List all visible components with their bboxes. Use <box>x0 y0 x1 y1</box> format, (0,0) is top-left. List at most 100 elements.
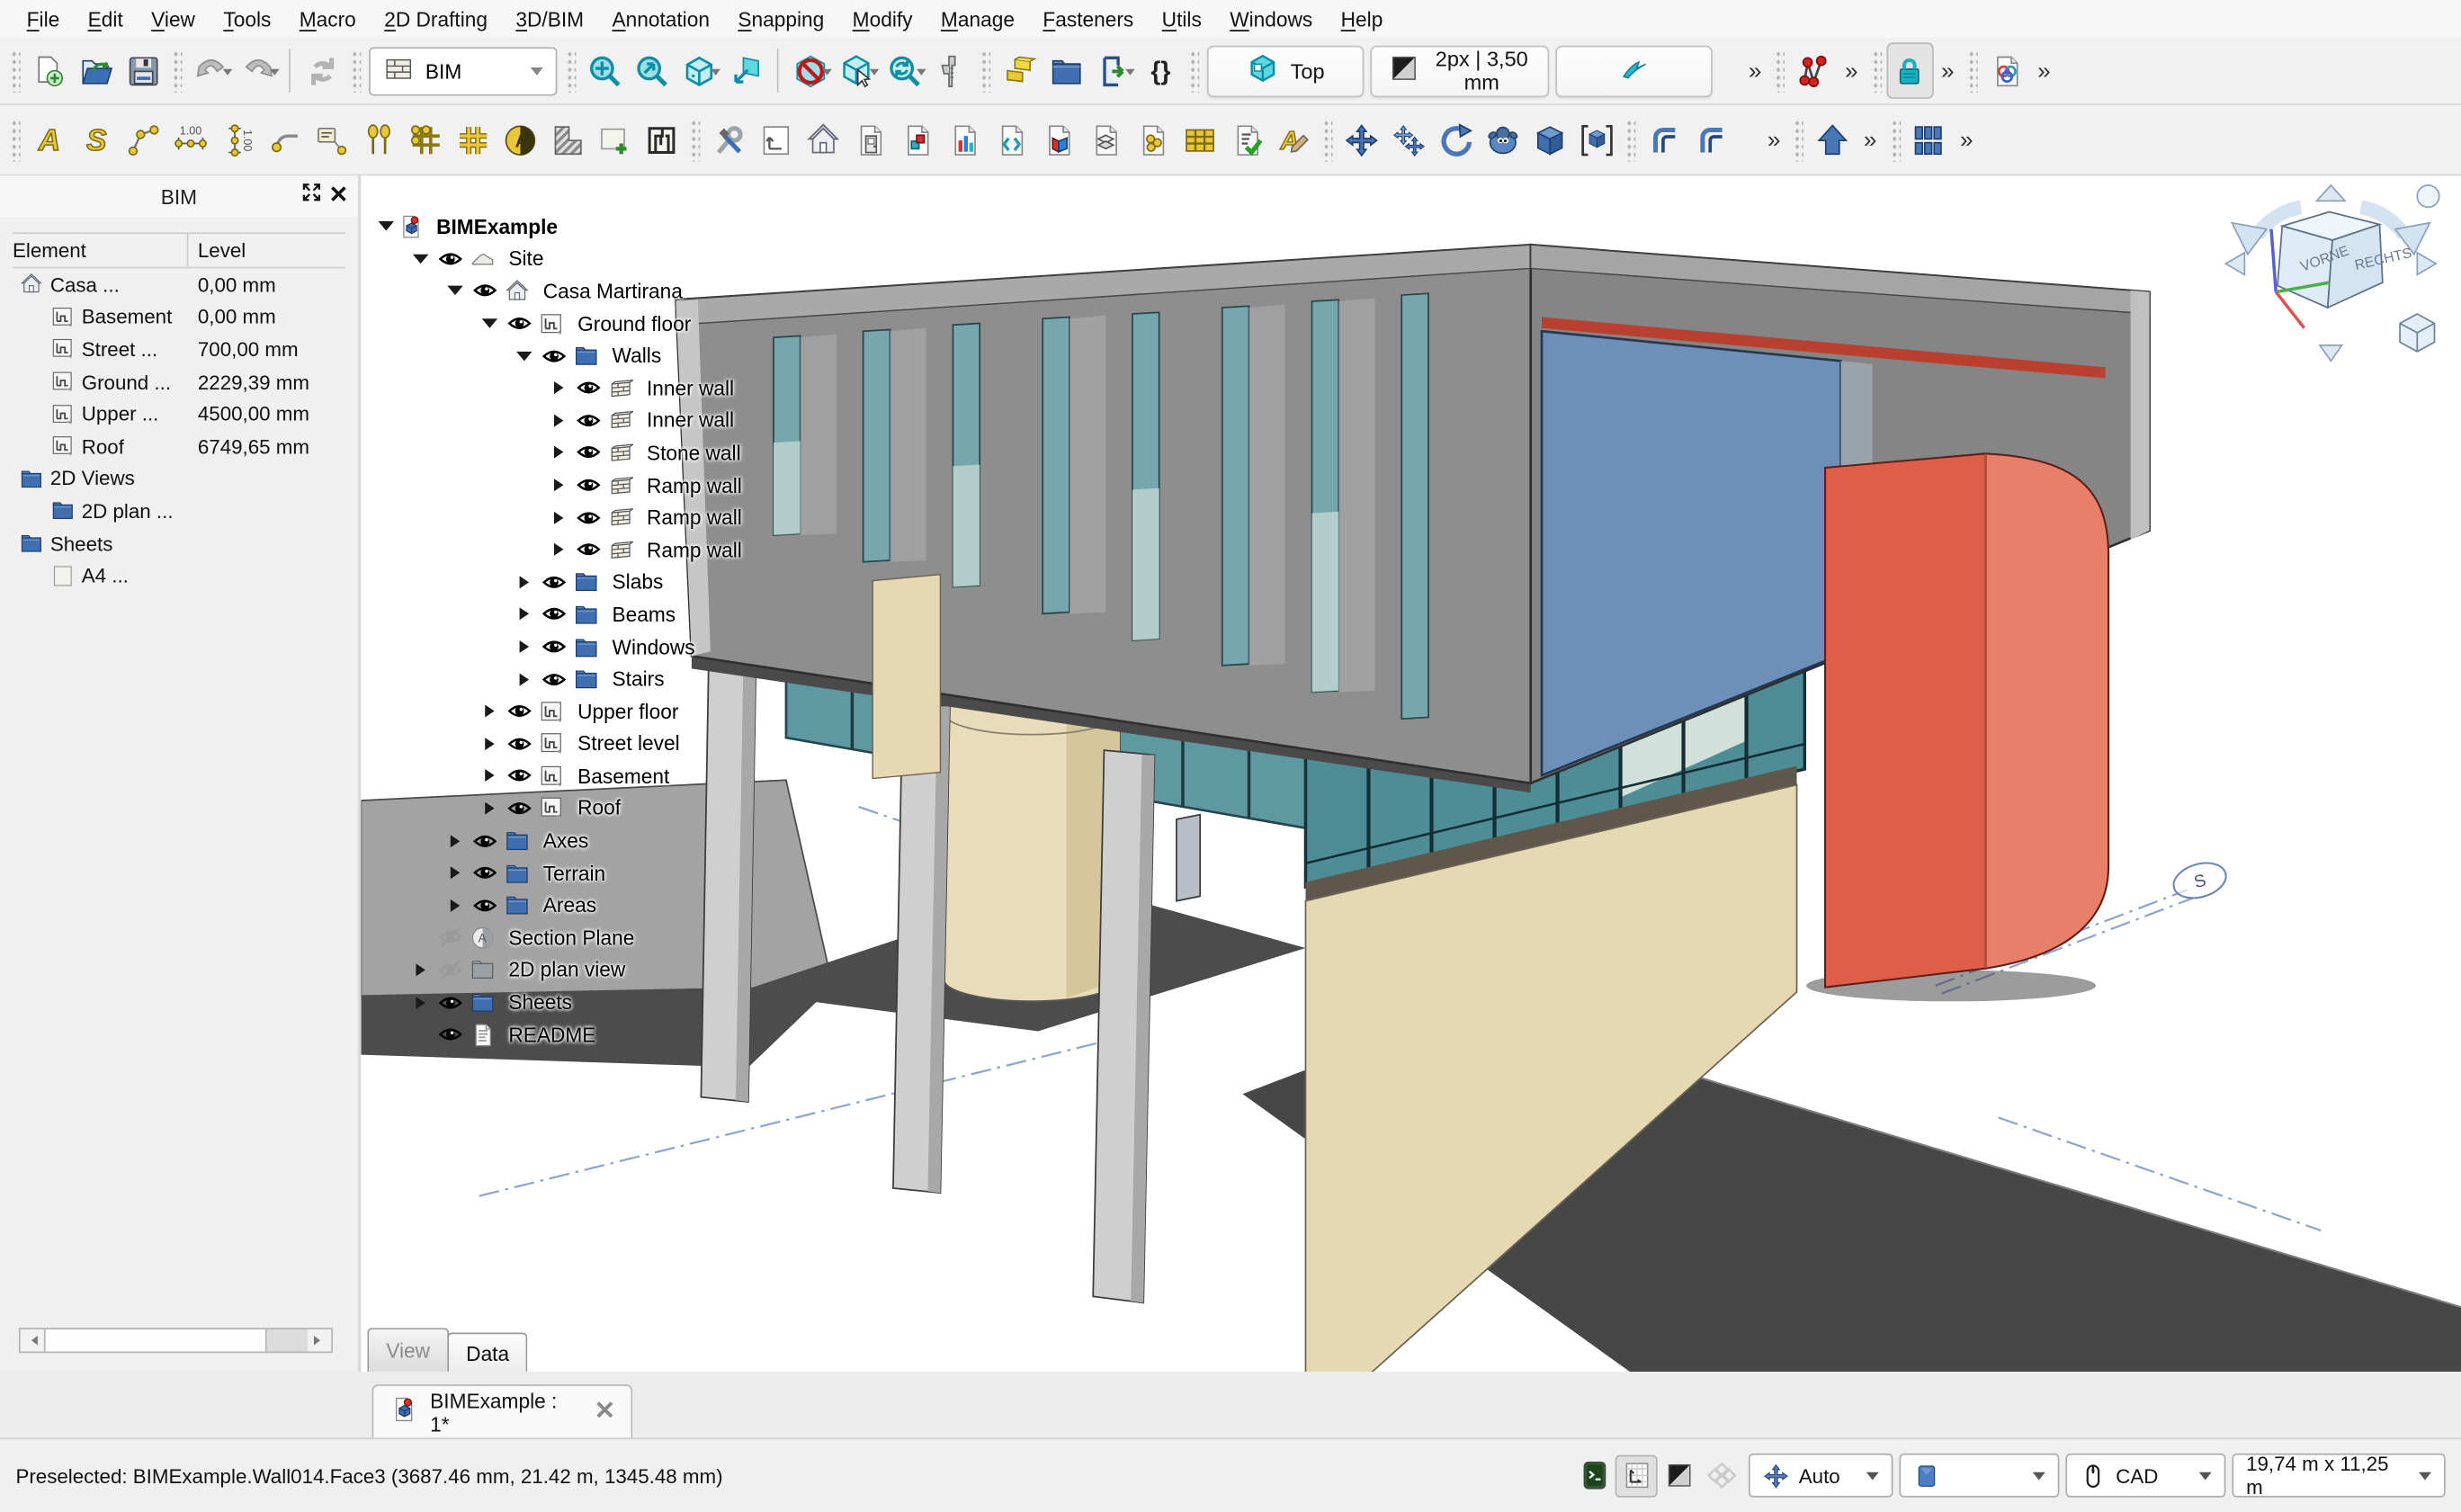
offset-button[interactable] <box>1641 112 1687 168</box>
table-header[interactable]: ElementLevel <box>13 232 345 268</box>
toolbar-overflow-chevron[interactable]: » <box>1759 126 1788 153</box>
offset-2d-button[interactable] <box>1687 112 1734 168</box>
menu-3d-bim[interactable]: 3D/BIM <box>502 3 598 36</box>
compound-button[interactable] <box>1572 112 1619 168</box>
tree-item-areas[interactable]: Areas <box>373 889 742 921</box>
fit-selection-button[interactable] <box>628 42 675 99</box>
3d-viewport[interactable]: S BIMExampleSiteCasa MartiranaGround flo… <box>361 175 2461 1372</box>
tree-expander-icon[interactable] <box>546 376 569 399</box>
tree-item-ramp-wall[interactable]: Ramp wall <box>373 469 742 501</box>
annotation-style-button[interactable]: A <box>496 112 542 168</box>
tree-expander-icon[interactable] <box>477 765 500 788</box>
toolbar-drag-handle[interactable] <box>1321 118 1332 162</box>
isometric-view-button[interactable] <box>675 42 721 99</box>
leader-button[interactable] <box>261 112 308 168</box>
visibility-eye-icon[interactable] <box>569 537 607 562</box>
autosnap-combo[interactable]: Auto <box>1749 1454 1893 1498</box>
tree-expander-icon[interactable] <box>408 990 432 1014</box>
toolbar-drag-handle[interactable] <box>980 49 990 93</box>
tree-expander-icon[interactable] <box>477 700 500 723</box>
scroll-left-button[interactable] <box>21 1329 44 1351</box>
table-row[interactable]: 2D plan ... <box>13 495 345 527</box>
preflight-checks-button[interactable] <box>1222 112 1269 168</box>
visibility-eye-icon[interactable] <box>535 569 573 595</box>
tree-item-roof[interactable]: Roof <box>373 792 742 825</box>
python-console-button[interactable] <box>1572 1454 1615 1497</box>
table-row[interactable]: Casa ...0,00 mm <box>13 268 345 300</box>
toolbar-overflow-chevron[interactable]: » <box>1856 126 1884 153</box>
tree-item-stone-wall[interactable]: Stone wall <box>373 436 742 469</box>
axis-button[interactable] <box>354 112 401 168</box>
visibility-eye-icon[interactable] <box>432 1022 470 1047</box>
tree-item-ramp-wall[interactable]: Ramp wall <box>373 533 742 566</box>
menu-macro[interactable]: Macro <box>285 3 370 36</box>
tree-item-windows[interactable]: Windows <box>373 631 742 663</box>
tab-data[interactable]: Data <box>447 1333 528 1373</box>
clone-button[interactable] <box>1479 112 1526 168</box>
open-button[interactable] <box>72 42 119 99</box>
scrollbar-thumb[interactable] <box>44 1329 267 1351</box>
tree-item-2d-plan-view[interactable]: 2D plan view <box>373 953 742 986</box>
toolbar-drag-handle[interactable] <box>1967 49 1978 93</box>
ifc-document-button[interactable] <box>1982 42 2029 99</box>
table-row[interactable]: A4 ... <box>13 559 345 592</box>
mouse-mode-combo[interactable]: CAD <box>2065 1454 2225 1498</box>
toolbar-drag-handle[interactable] <box>9 118 20 162</box>
tree-item-section-plane[interactable]: ASection Plane <box>373 921 742 953</box>
menu-modify[interactable]: Modify <box>838 3 926 36</box>
tilt-down-triangle[interactable] <box>2320 345 2341 361</box>
tree-expander-icon[interactable] <box>443 828 466 852</box>
group-button[interactable] <box>1043 42 1089 99</box>
toolbar-drag-handle[interactable] <box>689 118 700 162</box>
menu-snapping[interactable]: Snapping <box>724 3 838 36</box>
visibility-eye-icon[interactable] <box>501 699 539 724</box>
menu-windows[interactable]: Windows <box>1216 3 1327 36</box>
quantities-report-button[interactable] <box>940 112 987 168</box>
horizontal-dimension-button[interactable]: 1.00 <box>166 112 213 168</box>
new-document-button[interactable] <box>25 42 72 99</box>
tree-item-casa-martirana[interactable]: Casa Martirana <box>373 275 742 308</box>
fit-all-button[interactable] <box>581 42 628 99</box>
column-level[interactable]: Level <box>188 238 345 262</box>
material-report-button[interactable] <box>893 112 940 168</box>
visibility-eye-icon[interactable] <box>569 407 607 433</box>
menu-annotation[interactable]: Annotation <box>598 3 724 36</box>
tree-expander-icon[interactable] <box>512 603 535 626</box>
visibility-eye-icon[interactable] <box>569 505 607 530</box>
toolbar-drag-handle[interactable] <box>1793 118 1803 162</box>
toolbar-drag-handle[interactable] <box>171 49 182 93</box>
bim-setup-button[interactable] <box>705 112 752 168</box>
tree-expander-icon[interactable] <box>512 667 535 691</box>
axis-bubble[interactable]: S <box>2170 857 2230 904</box>
tree-expander-icon[interactable] <box>512 635 535 658</box>
visibility-hidden-eye-icon[interactable] <box>432 925 470 950</box>
spreadsheet-button[interactable] <box>1176 112 1222 168</box>
array-button[interactable] <box>1905 112 1952 168</box>
hatch-button[interactable] <box>543 112 590 168</box>
menu-fasteners[interactable]: Fasteners <box>1029 3 1148 36</box>
red-curved-wall[interactable] <box>1806 453 2108 1001</box>
menu-file[interactable]: File <box>13 3 74 36</box>
tree-item-basement[interactable]: Basement <box>373 760 742 792</box>
menu-tools[interactable]: Tools <box>210 3 285 36</box>
ifc-export-button[interactable] <box>1089 42 1136 99</box>
visibility-eye-icon[interactable] <box>501 796 539 821</box>
simple-copy-button[interactable] <box>1526 112 1572 168</box>
recessed-tan-wall[interactable] <box>873 575 940 779</box>
visibility-eye-icon[interactable] <box>535 667 573 692</box>
toolbar-drag-handle[interactable] <box>1889 118 1900 162</box>
toolbar-overflow-chevron[interactable]: » <box>1741 58 1769 85</box>
tree-item-terrain[interactable]: Terrain <box>373 857 742 890</box>
scroll-right-button[interactable] <box>308 1329 331 1351</box>
toolbar-drag-handle[interactable] <box>1188 49 1199 93</box>
sync-view-button[interactable] <box>881 42 927 99</box>
save-button[interactable] <box>120 42 166 99</box>
axis-system-button[interactable] <box>402 112 449 168</box>
tree-item-slabs[interactable]: Slabs <box>373 566 742 598</box>
tree-expander-icon[interactable] <box>512 344 535 367</box>
visibility-eye-icon[interactable] <box>432 989 470 1015</box>
tree-item-ground-floor[interactable]: Ground floor <box>373 308 742 340</box>
label-button[interactable] <box>308 112 354 168</box>
tree-expander-icon[interactable] <box>443 280 466 303</box>
toolbar-overflow-chevron[interactable]: » <box>1837 58 1866 85</box>
